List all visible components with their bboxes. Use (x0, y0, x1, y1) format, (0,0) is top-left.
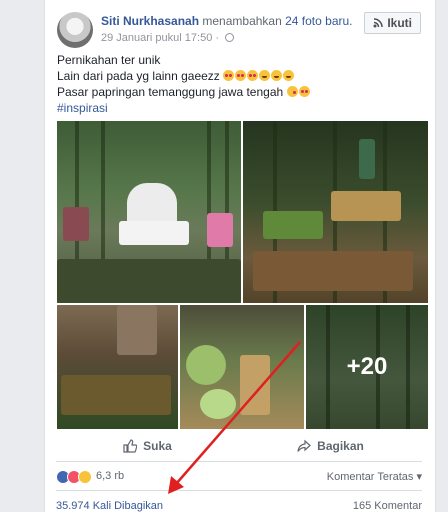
photo-grid: +20 (57, 121, 428, 429)
photo-more[interactable]: +20 (306, 305, 428, 429)
kiss-emoji-icon (286, 85, 311, 99)
globe-icon (225, 33, 235, 42)
like-button[interactable]: Suka (56, 432, 239, 460)
divider (56, 461, 422, 462)
author-name[interactable]: Siti Nurkhasanah (101, 14, 199, 28)
heart-eyes-emoji-icon (223, 69, 259, 83)
more-photos-count: +20 (306, 305, 428, 429)
photos-link[interactable]: 24 foto baru. (285, 14, 352, 28)
reaction-icons[interactable] (56, 470, 92, 484)
thumbs-up-icon (123, 439, 138, 453)
hashtag-link[interactable]: #inspirasi (57, 100, 423, 116)
photo-wedding-garden[interactable] (57, 121, 241, 303)
shares-count-link[interactable]: 35.974 Kali Dibagikan (56, 500, 163, 512)
post-actions-bar: Suka Bagikan (56, 432, 422, 460)
divider (56, 490, 422, 491)
post-header: Siti Nurkhasanah menambahkan 24 foto bar… (57, 12, 427, 48)
photo-melons[interactable] (180, 305, 304, 429)
follow-label: Ikuti (387, 16, 412, 30)
share-arrow-icon (297, 439, 312, 452)
rss-follow-icon (373, 18, 384, 28)
laugh-emoji-icon (259, 69, 295, 83)
post-action: menambahkan 24 foto baru. (202, 14, 353, 28)
author-line: Siti Nurkhasanah menambahkan 24 foto bar… (101, 14, 353, 28)
post-meta: 29 Januari pukul 17:50 · (101, 32, 235, 44)
reactions-bar: 6,3 rb Komentar Teratas ▾ (56, 468, 422, 486)
photo-market-stalls[interactable] (243, 121, 428, 303)
post-timestamp[interactable]: 29 Januari pukul 17:50 · (101, 32, 222, 44)
post-text: Pernikahan ter unik Lain dari pada yg la… (57, 52, 423, 116)
follow-button[interactable]: Ikuti (364, 12, 421, 34)
comment-sort-dropdown[interactable]: Komentar Teratas ▾ (327, 470, 422, 483)
share-button[interactable]: Bagikan (239, 432, 422, 460)
comments-count-link[interactable]: 165 Komentar (353, 500, 422, 512)
wow-reaction-icon (78, 470, 92, 484)
photo-food-stall[interactable] (57, 305, 178, 429)
post-text-line3: Pasar papringan temanggung jawa tengah (57, 84, 423, 100)
post-text-line1: Pernikahan ter unik (57, 53, 161, 67)
like-label: Suka (143, 439, 172, 453)
share-label: Bagikan (317, 439, 364, 453)
post-text-line2: Lain dari pada yg lainn gaeezz (57, 68, 423, 84)
reaction-count[interactable]: 6,3 rb (96, 470, 124, 482)
author-avatar[interactable] (57, 12, 93, 48)
chevron-down-icon: ▾ (416, 471, 422, 483)
